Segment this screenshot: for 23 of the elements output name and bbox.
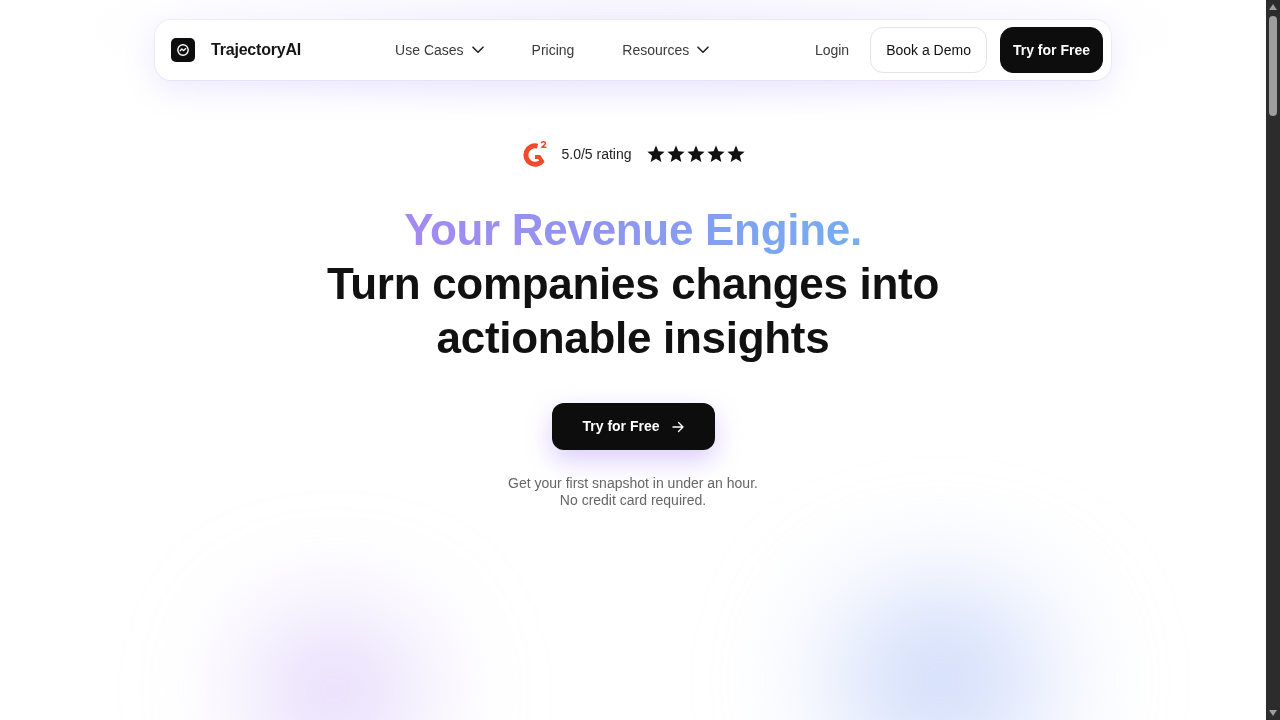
nav-link[interactable]: Use Cases xyxy=(395,39,484,61)
note-text: No credit card required. xyxy=(559,492,707,509)
nav-link[interactable]: Resources xyxy=(622,39,710,61)
brand-name[interactable]: TrajectoryAI xyxy=(211,38,302,62)
scroll-down-icon[interactable] xyxy=(1269,710,1277,716)
star-icon xyxy=(646,145,665,163)
star-icon xyxy=(666,145,685,163)
star-icon xyxy=(686,145,705,163)
scrollbar-thumb[interactable] xyxy=(1269,16,1277,116)
arrow-right-icon xyxy=(671,420,684,433)
star-icon xyxy=(706,145,725,163)
rating-text: 5.0/5 rating xyxy=(561,144,632,164)
hero-headline: Turn companies changes into actionable insights xyxy=(325,258,941,364)
cta-button[interactable]: Try for Free xyxy=(551,403,715,450)
note-text: Get your first snapshot in under an hour. xyxy=(508,475,758,492)
demo-button[interactable]: Book a Demo xyxy=(870,27,987,73)
scroll-up-icon[interactable] xyxy=(1269,4,1277,10)
star-icon xyxy=(726,145,745,163)
try-free-button[interactable]: Try for Free xyxy=(999,27,1103,73)
nav-link[interactable]: Pricing xyxy=(531,39,575,61)
scrollbar[interactable] xyxy=(1266,0,1280,720)
login-link[interactable]: Login xyxy=(814,39,850,61)
logo-icon[interactable] xyxy=(171,38,195,62)
